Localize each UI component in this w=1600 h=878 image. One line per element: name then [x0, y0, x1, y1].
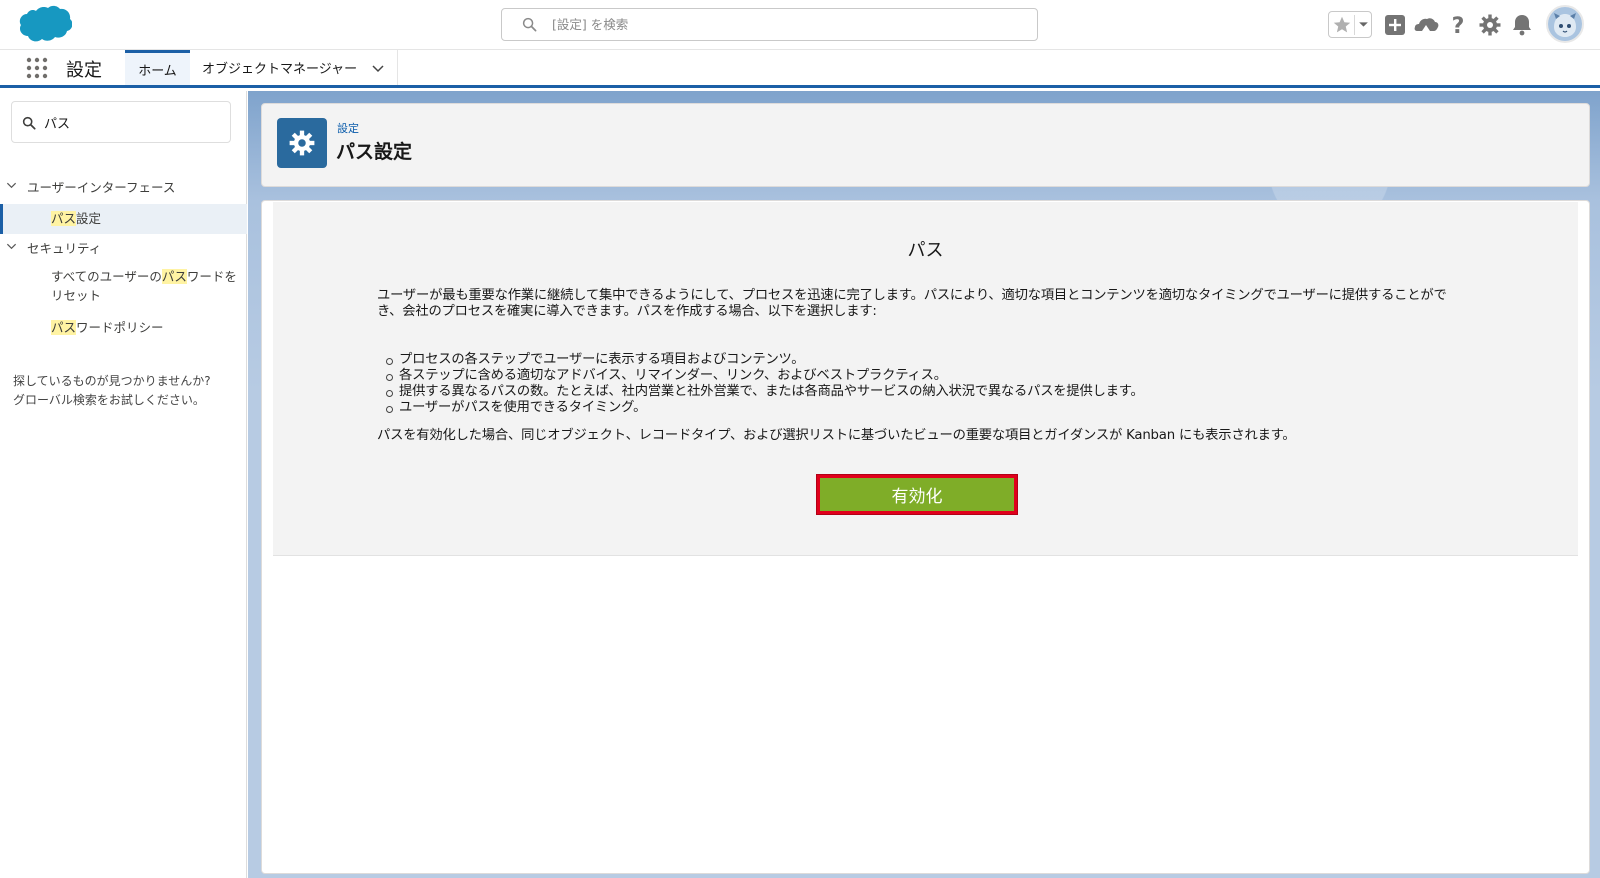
svg-text:?: ?	[1452, 14, 1465, 38]
tree-section-user-interface[interactable]: ユーザーインターフェース	[0, 173, 247, 197]
plus-icon[interactable]	[1382, 12, 1408, 38]
tab-object-manager[interactable]: オブジェクトマネージャー	[190, 50, 398, 85]
tab-home-label: ホーム	[138, 63, 177, 79]
intro-bullet-list: プロセスの各ステップでユーザーに表示する項目およびコンテンツ。 各ステップに含め…	[385, 352, 1385, 416]
search-icon	[522, 17, 537, 32]
app-navigation-bar: 設定 ホーム オブジェクトマネージャー	[0, 50, 1600, 88]
divider	[1354, 15, 1355, 35]
search-match-highlight: パス	[51, 211, 77, 226]
tree-section-security[interactable]: セキュリティ	[0, 234, 247, 258]
list-item: 各ステップに含める適切なアドバイス、リマインダー、リンク、およびベストプラクティ…	[385, 368, 1385, 384]
global-header: ?	[0, 0, 1600, 50]
list-item: 提供する異なるパスの数。たとえば、社内営業と社外営業で、または各商品やサービスの…	[385, 384, 1385, 400]
tree-item-label-post: ワードを	[186, 269, 237, 284]
page-title: パス設定	[336, 141, 413, 163]
list-item: プロセスの各ステップでユーザーに表示する項目およびコンテンツ。	[385, 352, 1385, 368]
not-found-hint: 探しているものが見つかりませんか? グローバル検索をお試しください。	[13, 372, 241, 410]
avatar[interactable]	[1546, 5, 1584, 43]
gear-icon	[289, 130, 315, 156]
kanban-note: パスを有効化した場合、同じオブジェクト、レコードタイプ、および選択リストに基づい…	[377, 428, 1296, 443]
search-match-highlight: パス	[161, 269, 187, 284]
search-icon	[22, 116, 36, 130]
global-search[interactable]	[501, 8, 1038, 41]
bell-icon[interactable]	[1509, 12, 1535, 38]
tab-object-manager-label: オブジェクトマネージャー	[202, 62, 358, 77]
gear-icon[interactable]	[1477, 12, 1503, 38]
tree-item-label: 設定	[76, 211, 102, 226]
setup-sidebar: ユーザーインターフェース パス設定 セキュリティ すべてのユーザーのパスワードを…	[0, 91, 247, 878]
not-found-line1: 探しているものが見つかりませんか?	[13, 374, 211, 388]
tree-section-label: ユーザーインターフェース	[27, 180, 176, 195]
app-launcher-icon[interactable]	[26, 57, 48, 79]
intro-title: パス	[907, 240, 944, 261]
trailhead-icon[interactable]	[1413, 12, 1439, 38]
setup-gear-icon	[277, 118, 327, 168]
content-card: パス ユーザーが最も重要な作業に継続して集中できるようにして、プロセスを迅速に完…	[261, 200, 1590, 874]
app-name: 設定	[66, 60, 102, 81]
tree-item-label-line2: リセット	[51, 288, 102, 303]
global-search-input[interactable]	[552, 9, 1022, 40]
tree-item-label: ワードポリシー	[76, 320, 164, 335]
tab-home[interactable]: ホーム	[125, 50, 190, 85]
list-item: ユーザーがパスを使用できるタイミング。	[385, 400, 1385, 416]
avatar-image	[1548, 7, 1582, 41]
star-icon[interactable]	[1331, 14, 1353, 36]
tree-item-password-policies[interactable]: パスワードポリシー	[0, 317, 247, 339]
chevron-down-icon[interactable]	[6, 241, 17, 252]
favorites-button-group[interactable]	[1328, 11, 1372, 38]
enable-button[interactable]: 有効化	[816, 474, 1018, 515]
intro-description: ユーザーが最も重要な作業に継続して集中できるようにして、プロセスを迅速に完了しま…	[377, 288, 1447, 319]
help-icon[interactable]: ?	[1445, 12, 1471, 38]
page-header: 設定 パス設定	[261, 103, 1590, 187]
chevron-down-icon[interactable]	[6, 180, 17, 191]
path-intro-panel: パス ユーザーが最も重要な作業に継続して集中できるようにして、プロセスを迅速に完…	[273, 202, 1578, 556]
tree-item-path-settings[interactable]: パス設定	[0, 204, 247, 234]
not-found-line2: グローバル検索をお試しください。	[13, 393, 205, 407]
salesforce-cloud-logo[interactable]	[12, 5, 72, 45]
chevron-down-icon[interactable]	[371, 61, 385, 75]
chevron-down-icon[interactable]	[1357, 18, 1370, 31]
tree-section-label: セキュリティ	[27, 241, 102, 256]
tree-item-label-pre: すべてのユーザーの	[51, 269, 162, 284]
breadcrumb[interactable]: 設定	[337, 120, 359, 136]
tree-item-reset-all-passwords[interactable]: すべてのユーザーのパスワードをリセット	[0, 267, 247, 307]
quick-find-box[interactable]	[11, 101, 231, 143]
quick-find-input[interactable]	[44, 102, 224, 142]
search-match-highlight: パス	[51, 320, 77, 335]
